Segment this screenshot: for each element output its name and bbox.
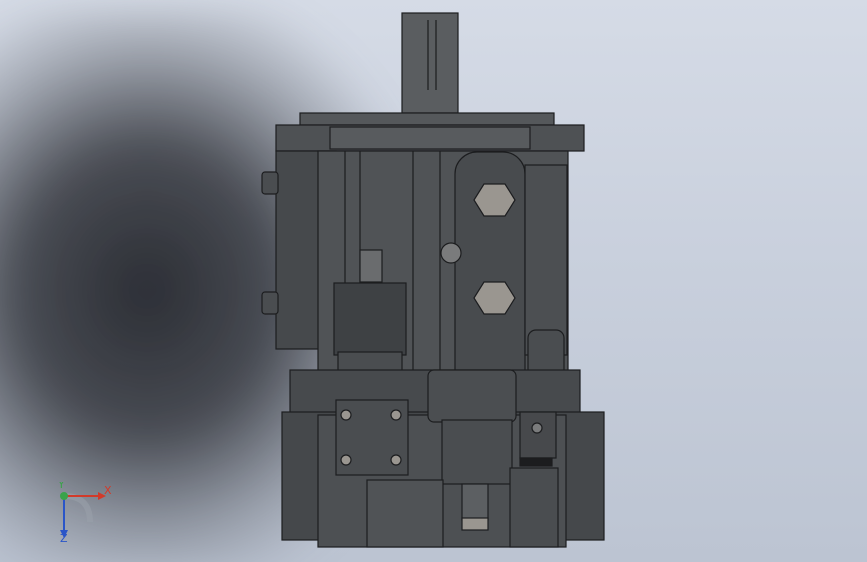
port-plug bbox=[440, 242, 462, 264]
graphics-viewport[interactable]: X Y Z bbox=[0, 0, 867, 562]
solenoid-coil bbox=[333, 282, 407, 356]
y-axis-label: Y bbox=[57, 482, 65, 491]
hydraulic-pump-model[interactable] bbox=[0, 0, 867, 562]
orientation-triad: X Y Z bbox=[57, 482, 112, 542]
x-axis-label: X bbox=[104, 484, 112, 497]
compensator bbox=[427, 369, 517, 423]
z-axis-label: Z bbox=[60, 532, 68, 542]
adjust-screw bbox=[359, 249, 383, 283]
lock-nut bbox=[461, 517, 489, 531]
mounting-flange-top bbox=[299, 112, 555, 126]
drive-shaft bbox=[401, 12, 459, 114]
triad-arc bbox=[63, 493, 93, 523]
y-axis-dot bbox=[60, 492, 68, 500]
